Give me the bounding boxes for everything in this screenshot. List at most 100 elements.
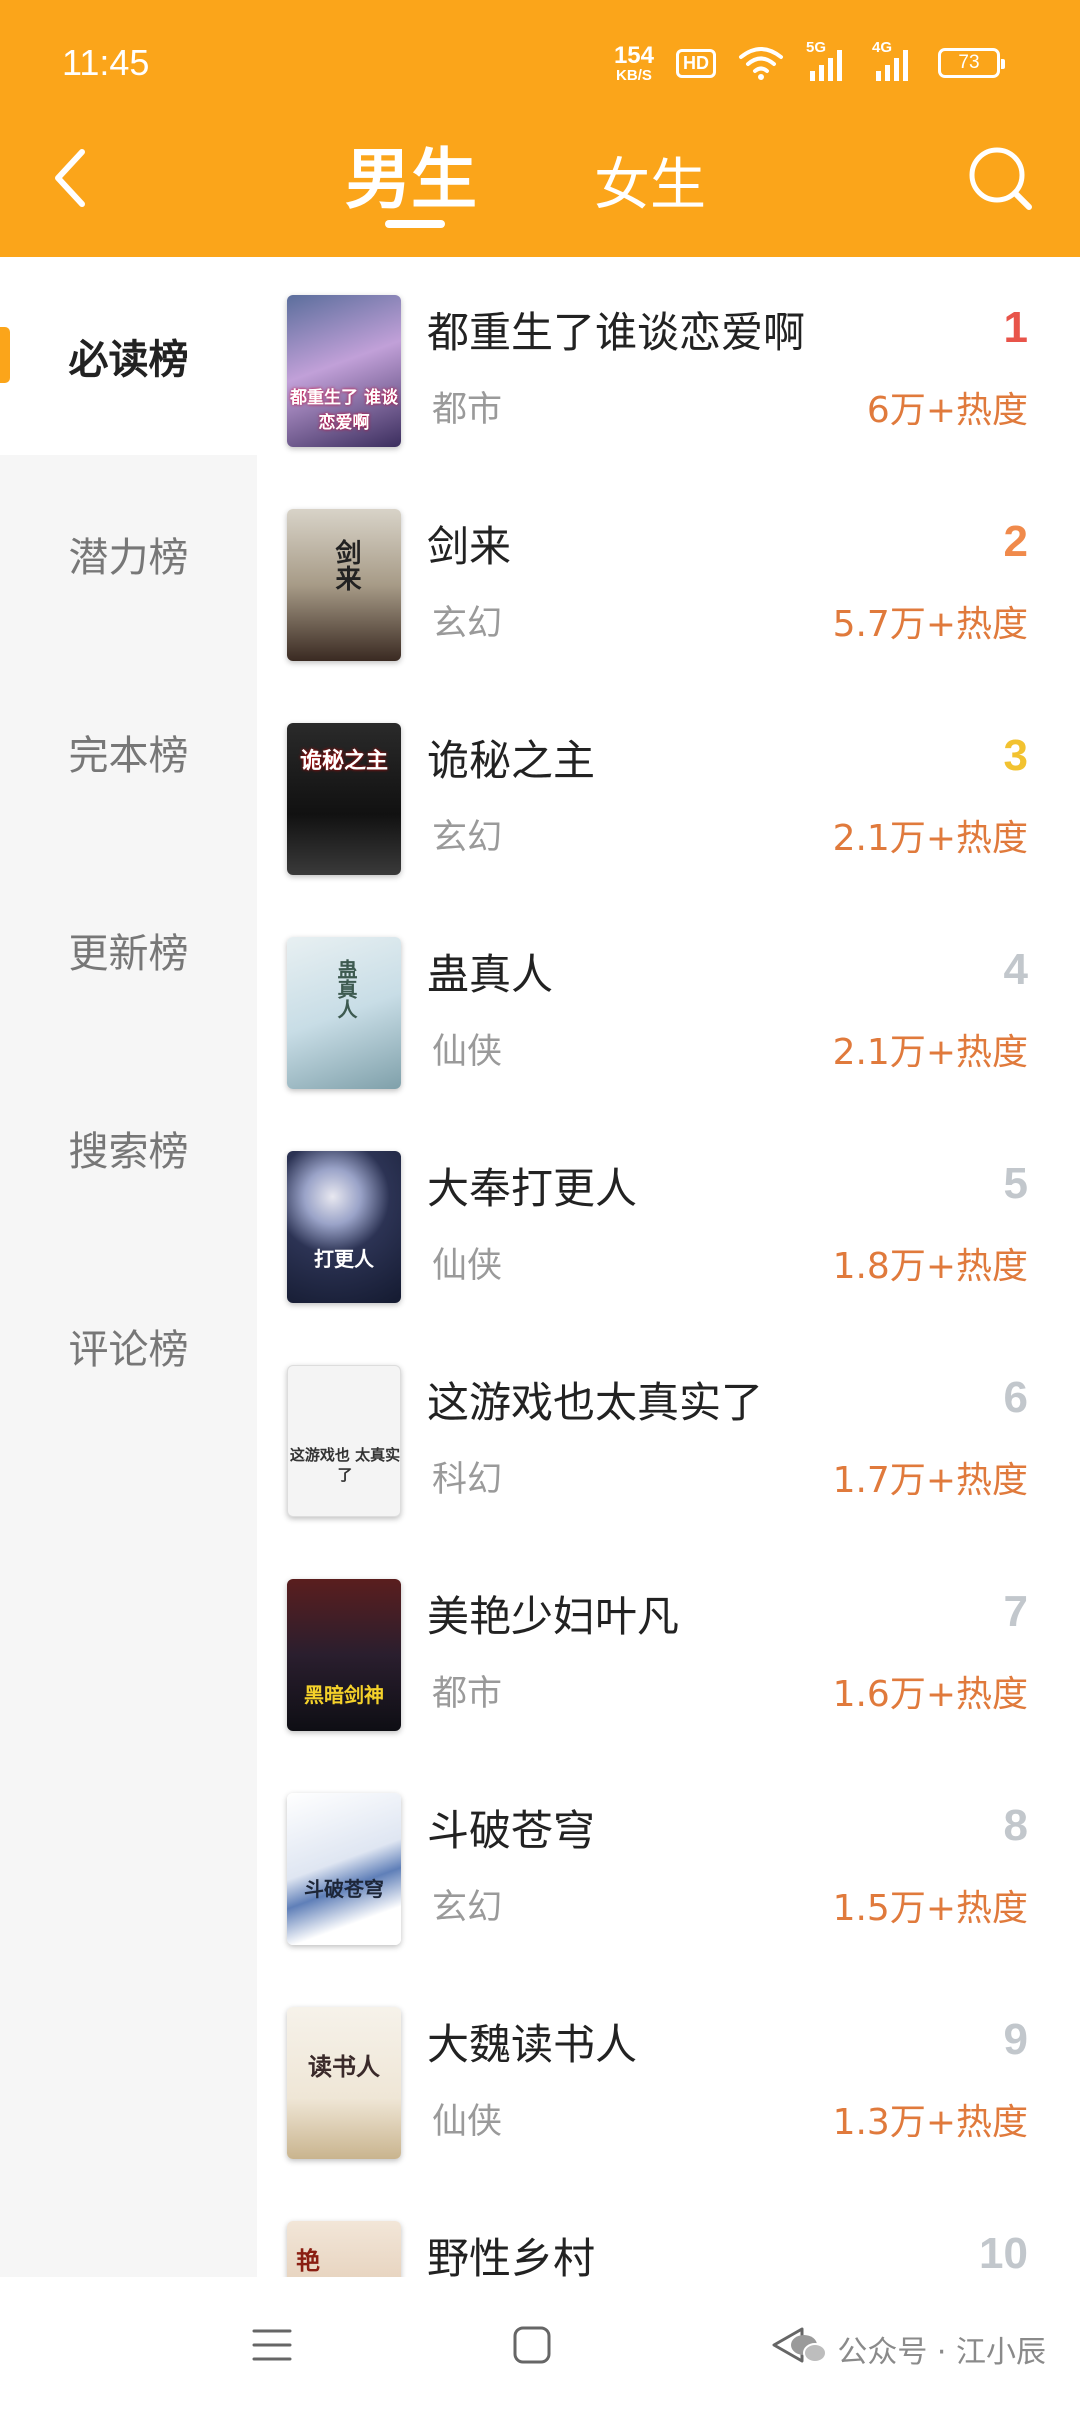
wifi-icon	[739, 47, 783, 80]
book-row[interactable]: 都重生了 谁谈恋爱啊 都重生了谁谈恋爱啊 都市 1 6万+热度	[257, 257, 1080, 471]
book-category: 都市	[432, 390, 503, 430]
watermark: 公众号 · 江小辰	[789, 2327, 1046, 2371]
book-row[interactable]: 艳 野性乡村 10	[257, 2183, 1080, 2277]
sidebar-item-label: 潜力榜	[68, 535, 189, 581]
book-cover[interactable]: 都重生了 谁谈恋爱啊	[287, 295, 401, 447]
signal-4g-icon: 4G	[872, 39, 916, 81]
rank-number: 8	[1003, 1801, 1028, 1850]
battery-level: 73	[958, 52, 980, 73]
sidebar-item-label: 评论榜	[68, 1327, 189, 1373]
book-category: 仙侠	[432, 2102, 503, 2142]
rank-number: 2	[1003, 517, 1028, 566]
book-row[interactable]: 这游戏也 太真实了 这游戏也太真实了 科幻 6 1.7万+热度	[257, 1327, 1080, 1541]
book-cover[interactable]: 这游戏也 太真实了	[287, 1365, 401, 1517]
screen: 11:45 154 KB/S HD 5G 4G 73 男生 女生 必读榜 潜力榜…	[0, 0, 1080, 2414]
book-category: 玄幻	[432, 818, 503, 858]
chevron-left-icon	[55, 149, 85, 207]
book-cover[interactable]: 读书人	[287, 2007, 401, 2159]
book-category: 玄幻	[432, 1888, 503, 1928]
search-icon	[969, 147, 1032, 210]
header: 11:45 154 KB/S HD 5G 4G 73 男生 女生	[0, 0, 1080, 257]
heat-value: 2.1万+热度	[832, 1032, 1028, 1073]
rank-number: 5	[1003, 1159, 1028, 1208]
search-button[interactable]	[960, 138, 1040, 218]
rank-number: 7	[1003, 1587, 1028, 1636]
book-cover[interactable]: 剑来	[287, 509, 401, 661]
book-cover[interactable]: 斗破苍穹	[287, 1793, 401, 1945]
top-nav: 男生 女生	[0, 120, 1080, 257]
status-time: 11:45	[62, 42, 150, 83]
book-category: 仙侠	[432, 1246, 503, 1286]
rank-number: 3	[1003, 731, 1028, 780]
tab-female[interactable]: 女生	[594, 140, 706, 221]
heat-value: 1.3万+热度	[832, 2102, 1028, 2143]
status-bar: 11:45 154 KB/S HD 5G 4G 73	[0, 0, 1080, 120]
book-title: 剑来	[427, 522, 512, 571]
book-ranking-list: 都重生了 谁谈恋爱啊 都重生了谁谈恋爱啊 都市 1 6万+热度 剑来 剑来 玄幻…	[257, 257, 1080, 2277]
sidebar-item-label: 必读榜	[68, 337, 189, 383]
home-square-icon	[513, 2326, 551, 2364]
menu-button[interactable]	[232, 2305, 312, 2385]
sidebar-item-updated[interactable]: 更新榜	[0, 851, 257, 1049]
heat-value: 1.6万+热度	[832, 1674, 1028, 1715]
book-row[interactable]: 斗破苍穹 斗破苍穹 玄幻 8 1.5万+热度	[257, 1755, 1080, 1969]
book-row[interactable]: 黑暗剑神 美艳少妇叶凡 都市 7 1.6万+热度	[257, 1541, 1080, 1755]
rank-number: 6	[1003, 1373, 1028, 1422]
book-row[interactable]: 剑来 剑来 玄幻 2 5.7万+热度	[257, 471, 1080, 685]
back-button[interactable]	[40, 138, 100, 218]
net-speed: 154 KB/S	[613, 41, 654, 84]
book-category: 仙侠	[432, 1032, 503, 1072]
signal-5g-icon: 5G	[806, 39, 850, 81]
tab-male[interactable]: 男生	[345, 126, 477, 222]
heat-value: 5.7万+热度	[832, 604, 1028, 645]
status-icons: 154 KB/S HD 5G 4G 73	[613, 38, 1005, 88]
sidebar-item-search[interactable]: 搜索榜	[0, 1049, 257, 1247]
book-title: 这游戏也太真实了	[427, 1378, 764, 1427]
book-row[interactable]: 读书人 大魏读书人 仙侠 9 1.3万+热度	[257, 1969, 1080, 2183]
net-speed-value: 154	[613, 41, 654, 69]
rank-number: 9	[1003, 2015, 1028, 2064]
ranking-sidebar: 必读榜 潜力榜 完本榜 更新榜 搜索榜 评论榜	[0, 257, 257, 2277]
sidebar-item-label: 完本榜	[68, 733, 189, 779]
watermark-text: 公众号 · 江小辰	[837, 2335, 1046, 2370]
sidebar-item-completed[interactable]: 完本榜	[0, 653, 257, 851]
rank-number: 1	[1003, 303, 1028, 352]
rank-number: 10	[979, 2229, 1028, 2277]
book-title: 大奉打更人	[427, 1164, 638, 1213]
book-title: 都重生了谁谈恋爱啊	[427, 308, 806, 357]
book-category: 都市	[432, 1674, 503, 1714]
book-title: 斗破苍穹	[427, 1806, 596, 1855]
book-cover[interactable]: 蛊真人	[287, 937, 401, 1089]
home-button[interactable]	[492, 2305, 572, 2385]
heat-value: 6万+热度	[866, 390, 1028, 431]
book-cover[interactable]: 打更人	[287, 1151, 401, 1303]
sidebar-item-must-read[interactable]: 必读榜	[0, 257, 257, 455]
wechat-icon	[791, 2335, 828, 2363]
menu-icon	[252, 2329, 292, 2361]
rank-number: 4	[1003, 945, 1028, 994]
book-cover[interactable]: 黑暗剑神	[287, 1579, 401, 1731]
book-category: 科幻	[432, 1460, 503, 1500]
book-title: 野性乡村	[427, 2234, 596, 2277]
sidebar-item-comments[interactable]: 评论榜	[0, 1247, 257, 1445]
book-row[interactable]: 诡秘之主 诡秘之主 玄幻 3 2.1万+热度	[257, 685, 1080, 899]
book-title: 诡秘之主	[427, 736, 596, 785]
book-row[interactable]: 蛊真人 蛊真人 仙侠 4 2.1万+热度	[257, 899, 1080, 1113]
sidebar-item-label: 更新榜	[68, 931, 189, 977]
book-category: 玄幻	[432, 604, 503, 644]
hd-icon: HD	[676, 48, 716, 78]
active-tab-indicator	[385, 220, 445, 228]
heat-value: 1.8万+热度	[832, 1246, 1028, 1287]
book-title: 美艳少妇叶凡	[427, 1592, 680, 1641]
book-cover[interactable]: 诡秘之主	[287, 723, 401, 875]
book-title: 蛊真人	[427, 950, 554, 999]
sidebar-item-label: 搜索榜	[68, 1129, 189, 1175]
battery-icon: 73	[938, 48, 1005, 78]
sidebar-item-potential[interactable]: 潜力榜	[0, 455, 257, 653]
system-nav-bar: 公众号 · 江小辰	[0, 2277, 1080, 2414]
book-row[interactable]: 打更人 大奉打更人 仙侠 5 1.8万+热度	[257, 1113, 1080, 1327]
sidebar-active-indicator	[0, 327, 10, 383]
net-speed-unit: KB/S	[616, 66, 652, 84]
book-cover[interactable]: 艳	[287, 2221, 401, 2277]
heat-value: 1.7万+热度	[832, 1460, 1028, 1501]
